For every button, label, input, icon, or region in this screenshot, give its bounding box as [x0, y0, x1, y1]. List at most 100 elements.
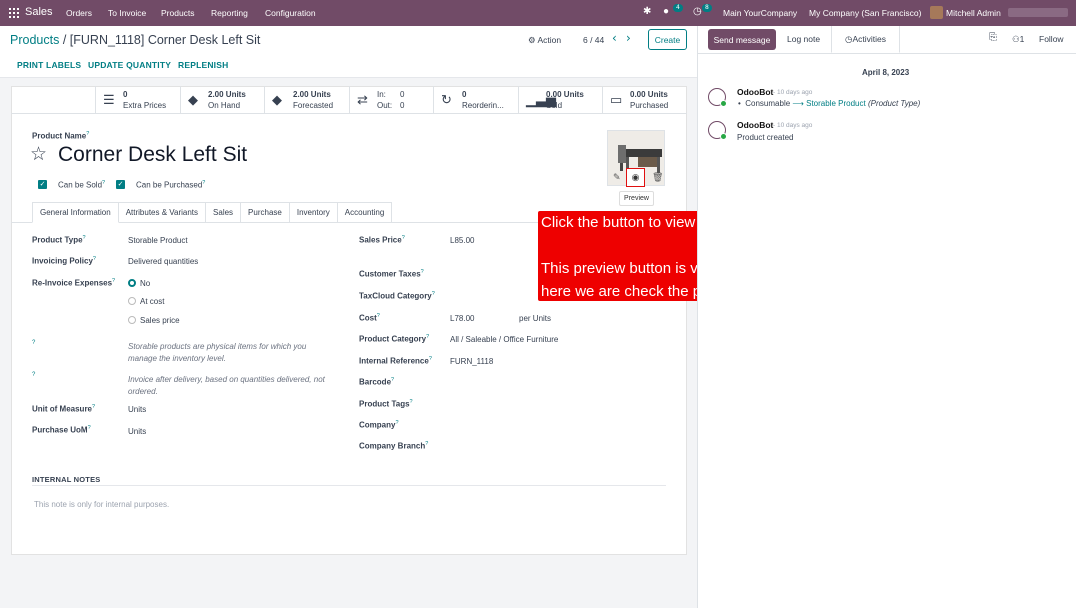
update-quantity-button[interactable]: UPDATE QUANTITY — [88, 60, 171, 70]
product-name-input[interactable]: Corner Desk Left Sit — [58, 143, 247, 167]
clock-icon[interactable]: ◷ — [693, 6, 702, 17]
invoicing-policy-field[interactable]: Delivered quantities — [128, 257, 198, 266]
edit-image-icon[interactable]: ✎ — [613, 173, 621, 183]
sales-price-label: Sales Price? — [359, 235, 405, 245]
internal-reference-field[interactable]: FURN_1118 — [450, 357, 493, 366]
company-branch-label: Company Branch? — [359, 441, 429, 451]
menu-to-invoice[interactable]: To Invoice — [108, 8, 146, 18]
product-type-help: Storable products are physical items for… — [128, 342, 307, 363]
stat-purchased[interactable]: ▭ 0.00 Units Purchased — [602, 86, 687, 114]
followers-button[interactable]: ⚇1 — [1012, 34, 1024, 45]
stat-buttons: ☰ 0 Extra Prices ◆ 2.00 Units On Hand ◆ … — [11, 86, 687, 114]
pager-previous-icon[interactable]: ‹ — [612, 31, 617, 45]
chat-icon[interactable]: ● — [663, 6, 669, 17]
product-category-label: Product Category? — [359, 334, 430, 344]
stat-reordering[interactable]: ↻ 0 Reorderin... — [433, 86, 518, 114]
clock-icon: ◷ — [845, 33, 853, 44]
favorite-star-icon[interactable]: ☆ — [30, 143, 47, 165]
follow-button[interactable]: Follow — [1039, 34, 1064, 44]
sales-price-field[interactable]: L85.00 — [450, 236, 474, 245]
product-tags-label: Product Tags? — [359, 399, 413, 409]
send-message-button[interactable]: Send message — [708, 29, 776, 50]
credit-card-icon: ▭ — [610, 92, 623, 107]
reinvoice-at-cost-label: At cost — [140, 297, 165, 306]
apps-menu-icon[interactable] — [9, 8, 19, 18]
can-be-purchased-checkbox[interactable]: ✓ — [116, 180, 125, 189]
product-category-field[interactable]: All / Saleable / Office Furniture — [450, 335, 558, 344]
preview-image-button[interactable]: ◉ — [626, 168, 645, 187]
menu-products[interactable]: Products — [161, 8, 195, 18]
internal-notes-label: INTERNAL NOTES — [32, 475, 101, 484]
product-type-field[interactable]: Storable Product — [128, 236, 188, 245]
tab-attributes-variants[interactable]: Attributes & Variants — [118, 202, 207, 223]
user-menu[interactable]: Mitchell Admin — [946, 8, 1001, 18]
cost-label: Cost? — [359, 313, 380, 323]
tab-accounting[interactable]: Accounting — [337, 202, 393, 223]
message-time: - 10 days ago — [773, 122, 813, 129]
messages-badge: 4 — [673, 4, 683, 12]
purchase-uom-field[interactable]: Units — [128, 427, 146, 436]
can-be-sold-checkbox[interactable]: ✓ — [38, 180, 47, 189]
print-labels-button[interactable]: PRINT LABELS — [17, 60, 81, 70]
reinvoice-sales-price-label: Sales price — [140, 316, 180, 325]
message-author: OdooBot — [737, 120, 774, 130]
pager-value[interactable]: 6 / 44 — [583, 35, 604, 45]
menu-reporting[interactable]: Reporting — [211, 8, 248, 18]
customer-taxes-label: Customer Taxes? — [359, 269, 424, 279]
company-label: Company? — [359, 420, 399, 430]
date-separator: April 8, 2023 — [862, 68, 910, 77]
stat-sold[interactable]: ▁▃▅ 0.00 Units Sold — [518, 86, 602, 114]
internal-notes-input[interactable]: This note is only for internal purposes. — [34, 500, 169, 509]
control-panel: Products / [FURN_1118] Corner Desk Left … — [0, 26, 697, 78]
unit-of-measure-field[interactable]: Units — [128, 405, 146, 414]
menu-orders[interactable]: Orders — [66, 8, 92, 18]
notes-divider — [32, 485, 666, 486]
delete-image-icon[interactable]: 🗑 — [652, 173, 663, 183]
can-be-purchased-label: Can be Purchased? — [136, 180, 206, 190]
activities-button[interactable]: ◷ Activities — [831, 26, 900, 53]
cubes-icon: ◆ — [188, 92, 198, 107]
stat-extra-prices[interactable]: ☰ 0 Extra Prices — [95, 86, 180, 114]
message-time: - 10 days ago — [773, 89, 813, 96]
log-note-button[interactable]: Log note — [787, 34, 820, 44]
action-menu[interactable]: ⚙ Action — [528, 35, 561, 46]
tracking-change: • Consumable ⟶ Storable Product (Product… — [738, 99, 921, 108]
tab-general-information[interactable]: General Information — [32, 202, 119, 223]
replenish-button[interactable]: REPLENISH — [178, 60, 228, 70]
message-body: Product created — [737, 133, 794, 142]
top-navbar: Sales Orders To Invoice Products Reporti… — [0, 0, 1076, 26]
reinvoice-sales-price-radio[interactable] — [128, 316, 136, 324]
preview-tooltip: Preview — [619, 191, 654, 206]
app-name[interactable]: Sales — [25, 6, 53, 18]
cost-field[interactable]: L78.00 — [450, 314, 474, 323]
main-company-switch[interactable]: Main YourCompany — [723, 8, 797, 18]
paperclip-icon[interactable]: ⎘ — [989, 32, 997, 43]
stat-on-hand[interactable]: ◆ 2.00 Units On Hand — [180, 86, 264, 114]
breadcrumb-products[interactable]: Products — [10, 33, 59, 47]
invoicing-policy-help: Invoice after delivery, based on quantit… — [128, 375, 325, 396]
help-tooltip-icon[interactable]: ? — [32, 340, 35, 346]
reinvoice-at-cost-radio[interactable] — [128, 297, 136, 305]
menu-configuration[interactable]: Configuration — [265, 8, 316, 18]
notebook-tabs: General Information Attributes & Variant… — [32, 202, 393, 223]
stat-forecasted[interactable]: ◆ 2.00 Units Forecasted — [264, 86, 349, 114]
stat-in-out[interactable]: ⇄ In: 0 Out: 0 — [349, 86, 433, 114]
help-tooltip-icon[interactable]: ? — [32, 372, 35, 378]
breadcrumb-current: [FURN_1118] Corner Desk Left Sit — [69, 33, 261, 47]
chatter-divider — [697, 53, 1076, 54]
cubes-icon: ◆ — [272, 92, 282, 107]
pager-next-icon[interactable]: › — [626, 31, 631, 45]
unit-of-measure-label: Unit of Measure? — [32, 404, 96, 414]
reinvoice-no-radio[interactable] — [128, 279, 136, 287]
tab-inventory[interactable]: Inventory — [289, 202, 338, 223]
tab-sales[interactable]: Sales — [206, 202, 242, 223]
internal-reference-label: Internal Reference? — [359, 356, 432, 366]
company-switch[interactable]: My Company (San Francisco) — [809, 8, 921, 18]
user-avatar[interactable] — [930, 6, 943, 19]
create-button[interactable]: Create — [648, 29, 687, 50]
can-be-sold-label: Can be Sold? — [58, 180, 106, 190]
message-author: OdooBot — [737, 87, 774, 97]
tab-purchase[interactable]: Purchase — [241, 202, 290, 223]
bug-icon[interactable]: ✱ — [643, 6, 651, 17]
taxcloud-category-label: TaxCloud Category? — [359, 291, 435, 301]
